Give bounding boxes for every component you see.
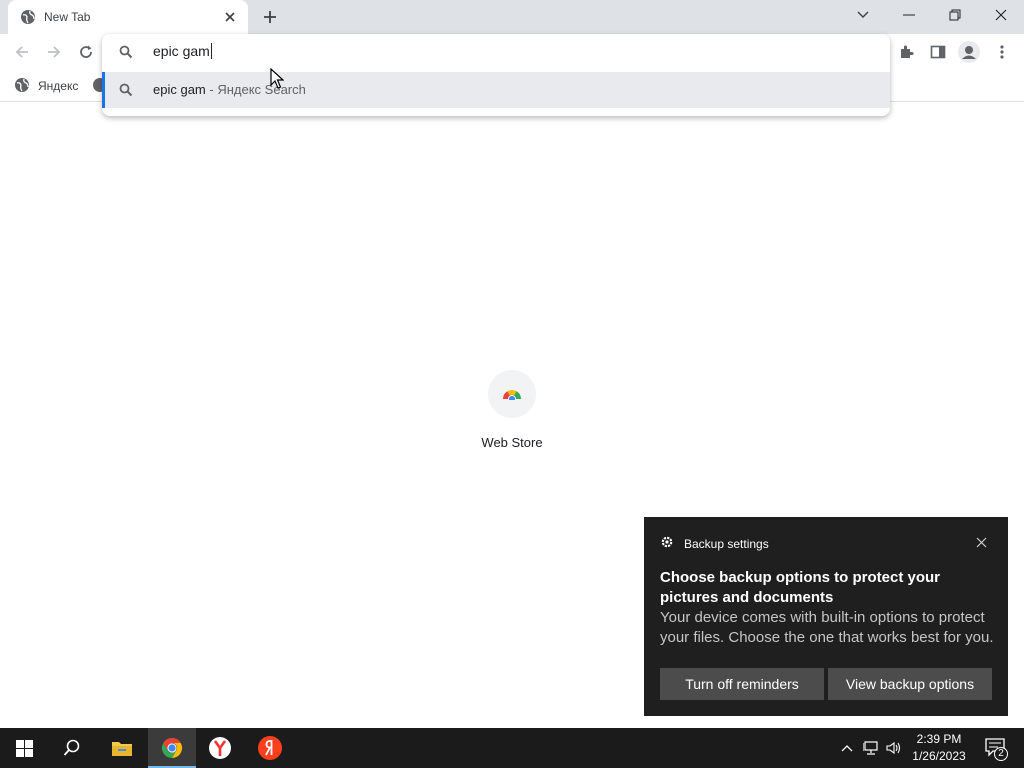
close-tab-icon[interactable] xyxy=(222,9,238,25)
selection-accent xyxy=(102,72,105,108)
taskbar-clock[interactable]: 2:39 PM 1/26/2023 xyxy=(905,731,973,765)
chrome-icon[interactable] xyxy=(148,728,196,768)
notification-count-badge: 2 xyxy=(994,747,1008,761)
address-input-text: epic gam xyxy=(153,43,210,59)
tab-new-tab[interactable]: New Tab xyxy=(8,0,248,34)
profile-avatar-icon[interactable] xyxy=(957,40,981,64)
extensions-icon[interactable] xyxy=(894,40,918,64)
notification-body: Your device comes with built-in options … xyxy=(660,609,994,646)
network-icon[interactable] xyxy=(860,728,882,768)
tab-search-chevron-icon[interactable] xyxy=(840,0,886,30)
notification-title: Choose backup options to protect your pi… xyxy=(660,569,941,606)
clock-date: 1/26/2023 xyxy=(912,749,966,763)
file-explorer-icon[interactable] xyxy=(98,728,146,768)
text-caret xyxy=(210,43,212,59)
bookmark-label: Яндекс xyxy=(38,79,79,93)
search-icon xyxy=(118,44,134,60)
close-window-button[interactable] xyxy=(978,0,1024,30)
mouse-cursor-icon xyxy=(270,67,285,95)
globe-icon xyxy=(14,77,30,96)
globe-icon xyxy=(20,9,36,25)
tab-title: New Tab xyxy=(44,10,91,24)
side-panel-icon[interactable] xyxy=(926,40,950,64)
suggestion-engine: Яндекс Search xyxy=(217,82,306,97)
clock-time: 2:39 PM xyxy=(916,732,962,746)
omnibox-dropdown: epic gam epic gam - Яндекс Search xyxy=(102,34,890,116)
forward-button[interactable] xyxy=(42,40,66,64)
yandex-icon[interactable] xyxy=(246,728,294,768)
tab-strip: New Tab xyxy=(0,0,1024,34)
search-icon xyxy=(118,82,134,98)
suggestion-query: epic gam xyxy=(153,82,206,97)
volume-icon[interactable] xyxy=(883,728,905,768)
reload-button[interactable] xyxy=(74,40,98,64)
address-bar[interactable]: epic gam xyxy=(102,34,890,70)
search-icon[interactable] xyxy=(48,728,96,768)
notification-app-name: Backup settings xyxy=(684,536,769,551)
new-tab-button[interactable] xyxy=(258,6,282,28)
bookmark-yandex[interactable]: Яндекс xyxy=(14,76,78,96)
more-menu-icon[interactable] xyxy=(990,40,1014,64)
close-icon[interactable] xyxy=(974,535,988,549)
shortcut-web-store[interactable]: Web Store xyxy=(472,370,552,450)
minimize-button[interactable] xyxy=(886,0,932,30)
turn-off-reminders-button[interactable]: Turn off reminders xyxy=(660,668,824,700)
notification-header: Backup settings xyxy=(660,535,769,552)
notification-toast: Backup settings Choose backup options to… xyxy=(644,517,1008,716)
show-hidden-icons-chevron-icon[interactable] xyxy=(836,728,858,768)
restore-button[interactable] xyxy=(932,0,978,30)
shortcut-label: Web Store xyxy=(481,435,543,450)
suggestion-row[interactable]: epic gam - Яндекс Search xyxy=(102,72,890,108)
taskbar: 2:39 PM 1/26/2023 2 xyxy=(0,728,1024,768)
back-button[interactable] xyxy=(10,40,34,64)
yandex-browser-icon[interactable] xyxy=(196,728,244,768)
view-backup-options-button[interactable]: View backup options xyxy=(828,668,992,700)
chrome-web-store-icon xyxy=(488,370,536,418)
gear-icon xyxy=(660,535,674,552)
action-center-icon[interactable]: 2 xyxy=(980,728,1012,768)
start-icon[interactable] xyxy=(0,728,48,768)
suggestion-separator: - xyxy=(209,82,214,97)
address-input[interactable]: epic gam xyxy=(153,43,212,59)
